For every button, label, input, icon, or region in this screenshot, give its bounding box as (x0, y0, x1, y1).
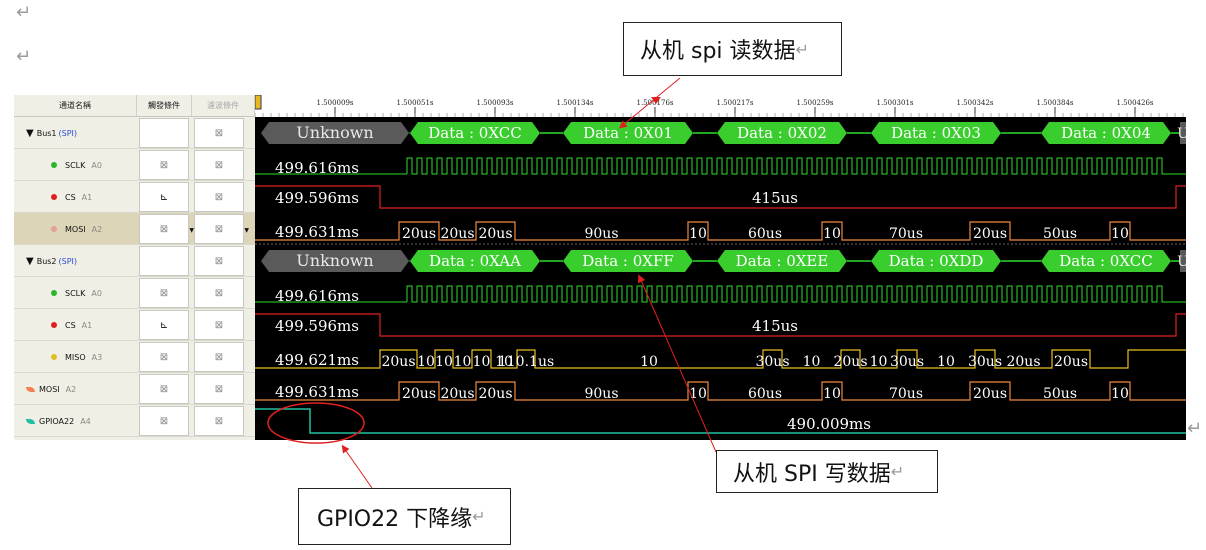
gpio-edge-circle (267, 402, 365, 444)
callout-slave-read-text: 从机 spi 读数据 (640, 39, 796, 64)
paragraph-mark: ↵ (472, 507, 486, 526)
callout-slave-write: 从机 SPI 写数据 ↵ (716, 450, 938, 493)
callout-gpio-edge-text: GPIO22 下降缘 (317, 506, 473, 532)
annotation-layer (267, 77, 717, 489)
read-arrow (618, 77, 681, 129)
paragraph-mark: ↵ (890, 462, 905, 481)
gpio-arrow (341, 444, 373, 489)
callout-slave-read: 从机 spi 读数据 ↵ (623, 22, 842, 76)
write-arrow (637, 274, 717, 453)
callout-slave-write-text: 从机 SPI 写数据 (733, 461, 891, 487)
callout-gpio-edge: GPIO22 下降缘 ↵ (298, 488, 511, 545)
paragraph-mark: ↵ (795, 39, 809, 59)
